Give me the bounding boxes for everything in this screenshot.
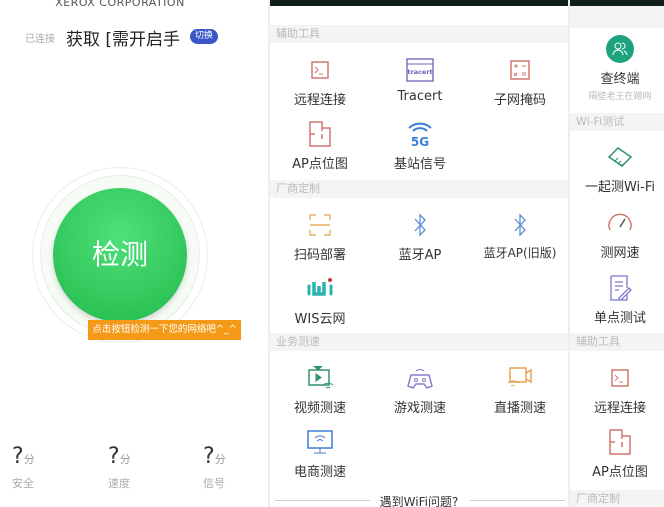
tool-game-speed[interactable]: 游戏测速 (370, 363, 470, 416)
tool-subnet-mask[interactable]: 子网掩码 (470, 55, 568, 108)
terminal-icon (311, 61, 329, 79)
tool-remote-connect[interactable]: 远程连接 (270, 55, 370, 108)
tool-remote-connect[interactable]: 远程连接 (570, 363, 664, 416)
camera-icon (507, 367, 532, 387)
bluetooth-icon (414, 213, 426, 237)
tools-screen-partial: 查终端 隔壁老王在蹭网 Wi-Fi测试 一起测Wi-Fi 测网速 单点测试 辅助… (570, 0, 664, 507)
5g-signal-icon: 5G (408, 122, 432, 149)
section-header: Wi-Fi测试 (570, 113, 664, 131)
company-name: XEROX CORPORATION (55, 0, 185, 9)
scan-icon (309, 214, 331, 236)
bluetooth-icon (514, 213, 526, 237)
tool-tracert[interactable]: tracert Tracert (370, 55, 470, 104)
svg-text:5G: 5G (411, 135, 429, 149)
tool-ecommerce-speed[interactable]: 电商测速 (270, 427, 370, 480)
tool-scan-deploy[interactable]: 扫码部署 (270, 210, 370, 263)
tool-wifi-together[interactable]: 一起测Wi-Fi (570, 142, 664, 195)
section-header: 业务测速 (270, 333, 568, 351)
handshake-icon (607, 147, 633, 167)
tool-speed-test[interactable]: 测网速 (570, 208, 664, 261)
tool-base-station[interactable]: 5G 基站信号 (370, 119, 470, 172)
tracert-icon: tracert (406, 58, 434, 82)
floorplan-icon (309, 121, 331, 147)
terminal-icon (611, 369, 629, 387)
ssid-text: 获取 [需开启手 (66, 30, 181, 50)
tools-screen: 辅助工具 远程连接 tracert Tracert 子网掩码 AP点位图 5G 基站… (270, 0, 568, 507)
tool-ap-map[interactable]: AP点位图 (270, 119, 370, 172)
tool-video-speed[interactable]: 视频测速 (270, 363, 370, 416)
stat-security: ?分 安全 (12, 444, 35, 490)
section-header: 厂商定制 (570, 490, 664, 507)
hint-tooltip: 点击按钮检测一下您的网络吧^_^ (88, 320, 241, 340)
floorplan-icon (609, 429, 631, 455)
tool-ap-map[interactable]: AP点位图 (570, 427, 664, 480)
tool-live-speed[interactable]: 直播测速 (470, 363, 568, 416)
switch-button[interactable]: 切换 (190, 29, 218, 44)
wis-logo-icon (307, 278, 333, 296)
connected-label: 已连接 (25, 34, 55, 45)
tool-bluetooth-ap[interactable]: 蓝牙AP (370, 210, 470, 263)
detect-button[interactable]: 检测 (53, 188, 187, 322)
stat-speed: ?分 速度 (108, 444, 131, 490)
home-screen: XEROX CORPORATION 已连接 获取 [需开启手 切换 检测 点击按… (0, 0, 268, 507)
terminal-subtitle: 隔壁老王在蹭网 (588, 92, 652, 102)
tv-icon (308, 365, 334, 389)
section-header: 辅助工具 (270, 25, 568, 43)
stat-signal: ?分 信号 (203, 444, 226, 490)
svg-text:tracert: tracert (407, 68, 432, 76)
calculator-icon (510, 60, 530, 80)
users-icon (606, 35, 634, 63)
edit-doc-icon (610, 275, 632, 301)
monitor-icon (307, 430, 333, 454)
section-header: 厂商定制 (270, 180, 568, 198)
speedometer-icon (608, 213, 632, 231)
tool-bluetooth-ap-legacy[interactable]: 蓝牙AP(旧版) (470, 210, 568, 261)
gamepad-icon (407, 369, 433, 389)
tool-wis-cloud[interactable]: WIS云网 (270, 274, 370, 327)
tool-single-point-test[interactable]: 单点测试 (570, 273, 664, 326)
section-header: 辅助工具 (570, 333, 664, 351)
find-terminals-button[interactable]: 查终端 隔壁老王在蹭网 (570, 34, 664, 102)
